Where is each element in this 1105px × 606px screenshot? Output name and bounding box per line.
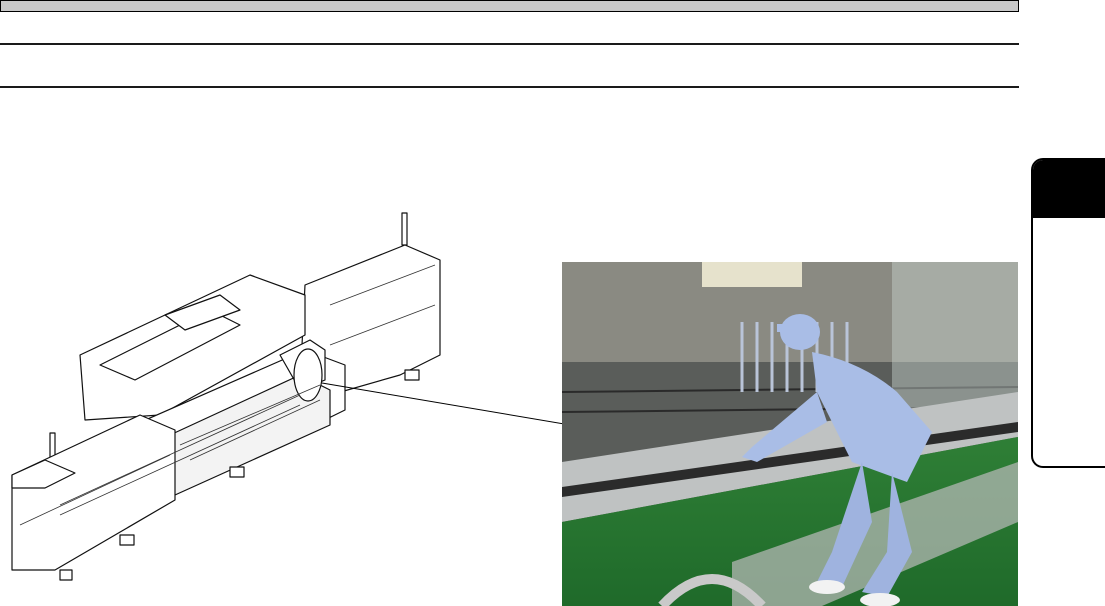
front-left-module <box>11 414 176 571</box>
header-bar <box>0 0 1019 12</box>
operator-photo <box>562 262 1018 606</box>
header-rule-bottom <box>0 86 1019 88</box>
chapter-tab <box>1031 158 1105 468</box>
feeder-disc <box>293 348 323 402</box>
signal-tower-right <box>401 212 408 246</box>
chapter-tab-fill <box>1033 160 1105 218</box>
header-rule-top <box>0 43 1019 45</box>
machine-illustration <box>11 212 441 581</box>
